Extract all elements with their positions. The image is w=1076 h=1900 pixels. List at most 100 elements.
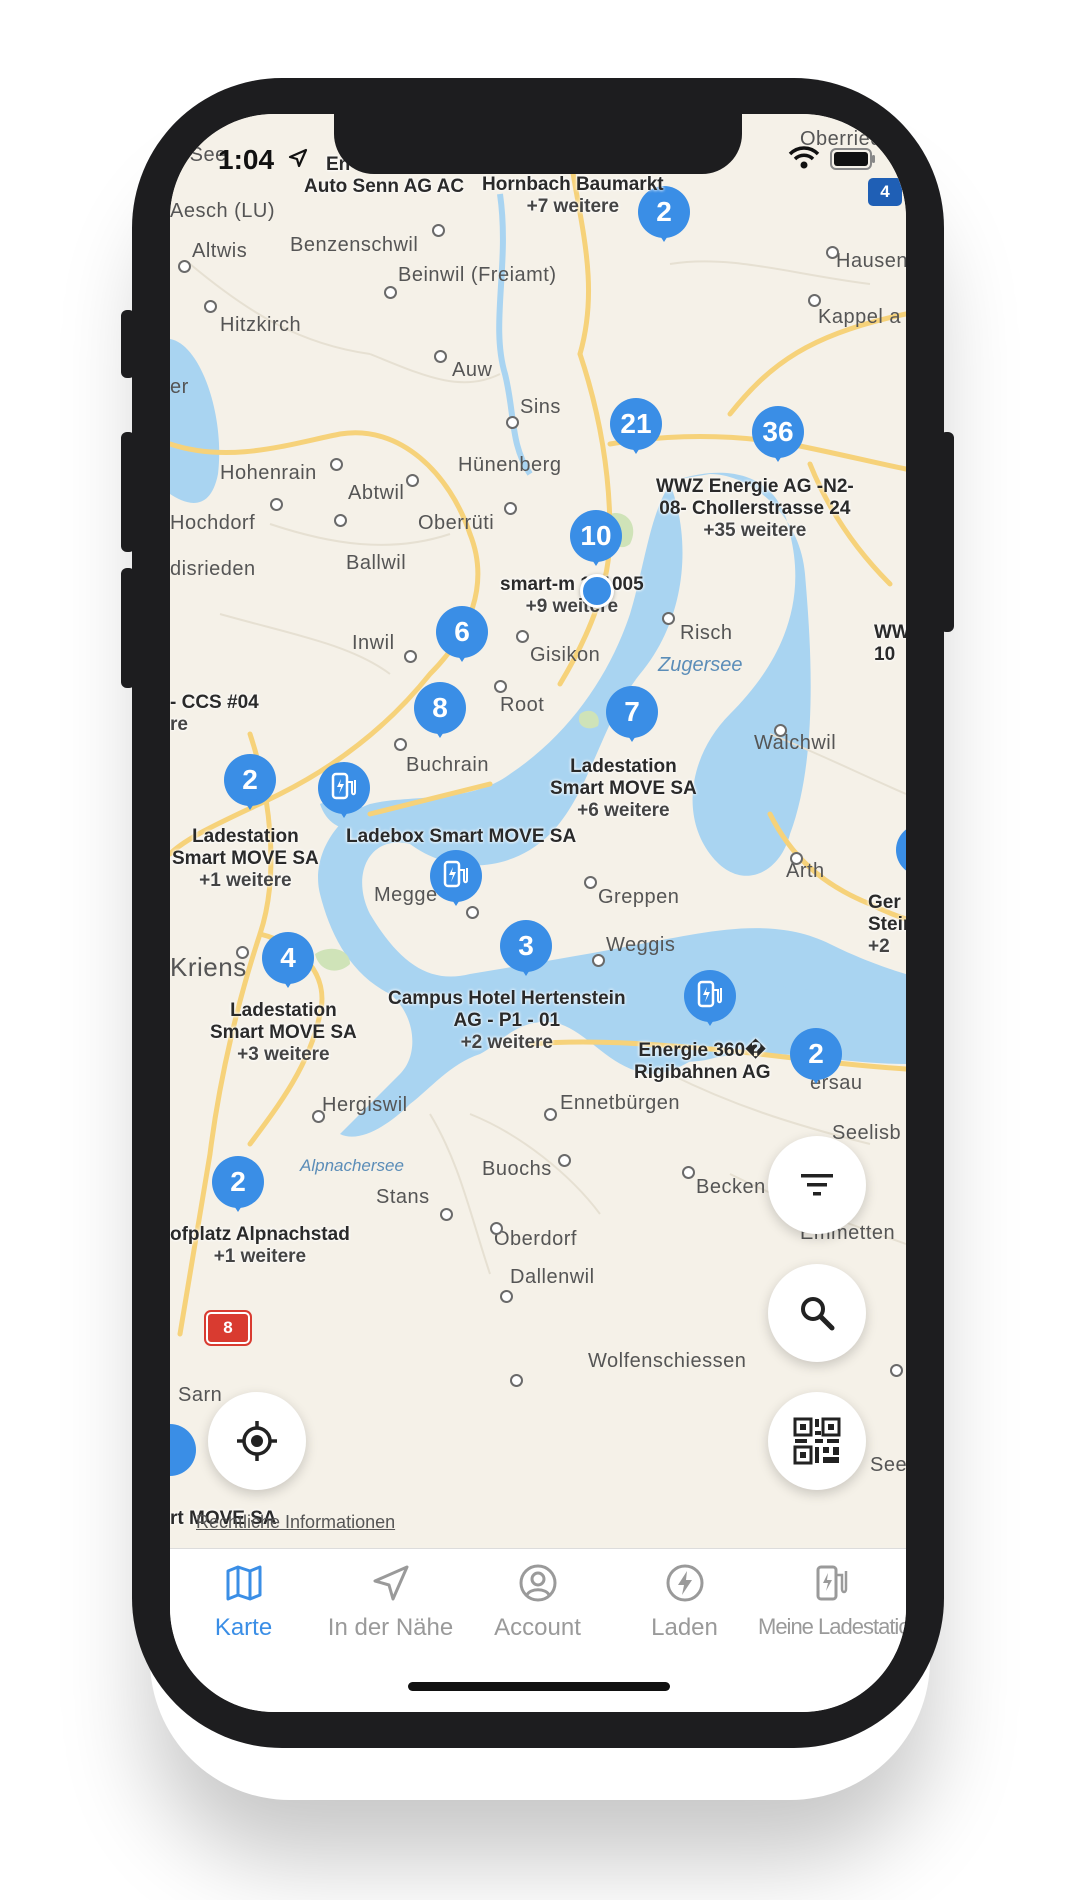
place-label: Root	[500, 694, 545, 716]
charging-station-marker[interactable]	[430, 850, 482, 914]
tab-karte[interactable]: Karte	[170, 1563, 317, 1642]
town-dot	[774, 724, 787, 737]
navigation-arrow-icon	[373, 1565, 408, 1601]
station-label: Ladebox Smart MOVE SA	[346, 826, 577, 847]
place-label: Abtwil	[348, 482, 405, 504]
search-button[interactable]	[768, 1264, 866, 1362]
filter-button[interactable]	[768, 1136, 866, 1234]
place-label: Sins	[520, 396, 561, 418]
station-label: Auto Senn AG AC	[304, 176, 465, 197]
place-label: Benzenschwil	[290, 234, 419, 256]
place-label: Greppen	[598, 886, 680, 908]
cluster-marker[interactable]: 4	[262, 932, 314, 996]
town-dot	[504, 502, 517, 515]
place-label: Beinwil (Freiamt)	[398, 264, 557, 286]
tab-label: Laden	[651, 1614, 718, 1641]
qr-code-icon	[793, 1417, 841, 1465]
locate-icon	[237, 1421, 277, 1461]
charging-station-icon	[816, 1565, 847, 1601]
lake-label-alpnachersee: Alpnachersee	[300, 1156, 404, 1175]
map-view[interactable]: n See Aesch (LU) Altwis Benzenschwil Bei…	[170, 114, 906, 1548]
town-dot	[682, 1166, 695, 1179]
tab-label: In der Nähe	[327, 1614, 454, 1641]
town-dot	[330, 458, 343, 471]
motorway-shield-a8: 8	[204, 1310, 252, 1346]
cluster-label: Ladestation Smart MOVE SA +6 weitere	[550, 756, 697, 821]
cluster-label: ofplatz Alpnachstad +1 weitere	[170, 1224, 350, 1267]
charging-station-marker[interactable]	[684, 970, 736, 1034]
town-dot	[510, 1374, 523, 1387]
place-label: Risch	[680, 622, 733, 644]
device-notch	[334, 114, 742, 174]
place-label: Buchrain	[406, 754, 489, 776]
cluster-label: smart-m 101005 +9 weitere	[500, 574, 644, 617]
status-time: 1:04	[218, 144, 275, 175]
town-dot	[440, 1208, 453, 1221]
place-label: Kappel a	[818, 306, 901, 328]
place-label: Hünenberg	[458, 454, 562, 476]
town-dot	[790, 852, 803, 865]
place-label: Oberdorf	[494, 1228, 577, 1250]
locate-me-button[interactable]	[208, 1392, 306, 1490]
home-indicator	[408, 1682, 670, 1691]
filter-icon	[801, 1174, 833, 1196]
place-label: Ennetbürgen	[560, 1092, 681, 1114]
cluster-label: Ladestation Smart MOVE SA +1 weitere	[172, 826, 319, 891]
cluster-label: WWZ Energie AG -N2- 08- Chollerstrasse 2…	[656, 476, 854, 541]
app-screen: n See Aesch (LU) Altwis Benzenschwil Bei…	[170, 114, 906, 1712]
charging-station-icon	[443, 860, 468, 888]
tab-meine-ladestation[interactable]: Meine Ladestation	[758, 1563, 906, 1640]
cluster-marker[interactable]: 6	[436, 606, 488, 670]
cluster-marker[interactable]: 2	[212, 1156, 264, 1220]
town-dot	[808, 294, 821, 307]
town-dot	[384, 286, 397, 299]
place-label: Megge	[374, 884, 438, 906]
place-label: Hausen	[836, 250, 906, 272]
town-dot	[406, 474, 419, 487]
town-dot	[516, 630, 529, 643]
place-label: Dallenwil	[510, 1266, 595, 1288]
place-label: Oberrüti	[418, 512, 495, 534]
tab-in-der-naehe[interactable]: In der Nähe	[317, 1563, 464, 1642]
station-label: Energie 360� Rigibahnen AG	[634, 1040, 771, 1083]
cluster-label: Hornbach Baumarkt +7 weitere	[482, 174, 664, 217]
cluster-marker[interactable]: 3	[500, 920, 552, 984]
town-dot	[334, 514, 347, 527]
tab-account[interactable]: Account	[464, 1563, 611, 1642]
motorway-shield-a4: 4	[868, 178, 902, 206]
town-dot	[592, 954, 605, 967]
place-label: Hitzkirch	[220, 314, 302, 336]
wifi-icon	[788, 146, 820, 169]
station-label: GerSteinerb+2	[868, 892, 906, 957]
place-label: Altwis	[192, 240, 248, 262]
cluster-marker[interactable]: 8	[414, 682, 466, 746]
legal-info-link[interactable]: Rechtliche Informationen	[196, 1512, 395, 1533]
place-label: Becken	[696, 1176, 766, 1198]
town-dot	[584, 876, 597, 889]
location-arrow-icon	[288, 148, 308, 168]
town-dot	[500, 1290, 513, 1303]
town-dot	[826, 246, 839, 259]
town-dot	[494, 680, 507, 693]
place-label: Buochs	[482, 1158, 552, 1180]
cluster-marker[interactable]: 36	[752, 406, 804, 470]
place-label: Hohenrain	[220, 462, 317, 484]
cluster-marker[interactable]: 21	[610, 398, 662, 462]
cluster-marker[interactable]: 2	[224, 754, 276, 818]
place-label: See	[870, 1454, 906, 1476]
qr-scan-button[interactable]	[768, 1392, 866, 1490]
charging-station-marker[interactable]	[318, 762, 370, 826]
town-dot	[890, 1364, 903, 1377]
place-label: Auw	[452, 359, 493, 381]
cluster-label: Campus Hotel Hertenstein AG - P1 - 01 +2 …	[388, 988, 626, 1053]
account-icon	[519, 1564, 556, 1602]
station-label: WW 10	[874, 622, 906, 665]
town-dot	[270, 498, 283, 511]
cluster-marker[interactable]: 10	[570, 510, 622, 574]
station-label: - CCS #04 re	[170, 692, 259, 735]
tab-laden[interactable]: Laden	[611, 1563, 758, 1642]
town-dot	[178, 260, 191, 273]
cluster-marker[interactable]: 7	[606, 686, 658, 750]
cluster-marker[interactable]: 2	[790, 1028, 842, 1092]
place-label: Sarn	[178, 1384, 223, 1406]
